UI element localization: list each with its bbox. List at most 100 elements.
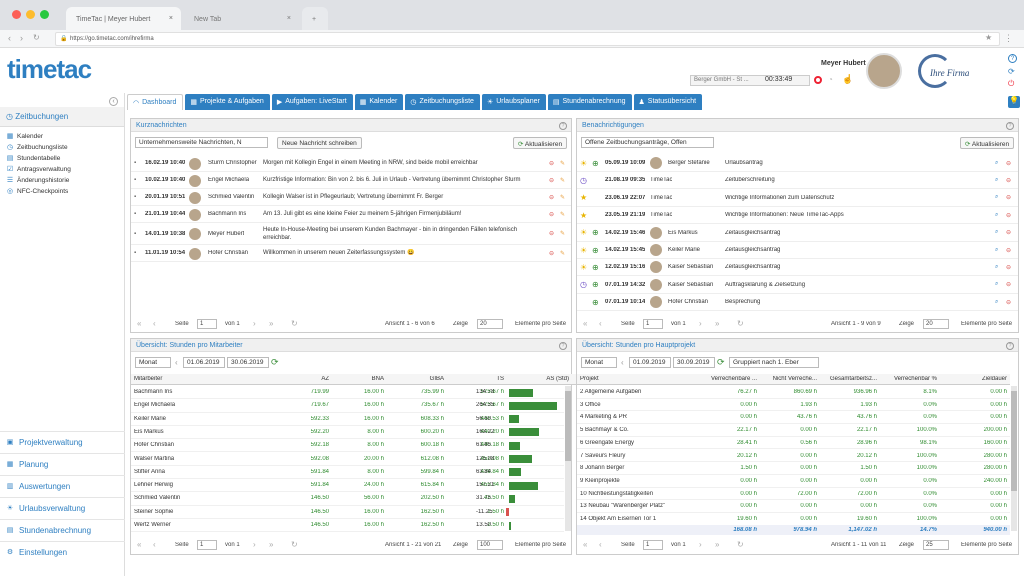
first-page-icon[interactable]: « <box>583 319 587 328</box>
sync-icon[interactable]: ⟳ <box>1008 67 1015 76</box>
remove-icon[interactable]: ⊖ <box>1006 247 1011 254</box>
page-input[interactable]: 1 <box>643 319 663 329</box>
accept-icon[interactable]: ⊕ <box>592 298 599 307</box>
tab-4[interactable]: ◷ Zeitbuchungsliste <box>405 94 480 110</box>
notification-row[interactable]: ☀ ⊕ 05.09.19 10:09 Berger Stefanie Urlaubsan… <box>577 155 1018 172</box>
first-page-icon[interactable]: « <box>583 540 587 549</box>
remove-icon[interactable]: ⊖ <box>1006 160 1011 167</box>
help-icon[interactable]: ? <box>1006 342 1014 350</box>
sidebar-footer-item-4[interactable]: ▤ Stundenabrechnung <box>0 519 125 541</box>
notif-filter-select[interactable]: Offene Zeitbuchungsanträge, Offen <box>581 137 714 148</box>
tab-2[interactable]: ▶ Aufgaben: LiveStart <box>271 94 353 110</box>
table-row[interactable]: Eis Markus 592.20 8.00 h 600.20 h 440.20 h 16… <box>131 426 564 440</box>
proj-col-header[interactable]: Verrechenbare ... <box>702 376 757 382</box>
tab-0[interactable]: ◠ Dashboard <box>127 94 184 110</box>
last-page-icon[interactable]: » <box>715 319 719 328</box>
first-page-icon[interactable]: « <box>137 319 141 328</box>
news-row[interactable]: ▪ 16.02.19 10:40 Sturm Christopher Morgen m… <box>131 155 571 172</box>
table-row[interactable]: Bachmann Iris 719.99 16.00 h 735.99 h 575.67… <box>131 386 564 400</box>
tab-5[interactable]: ☀ Urlaubsplaner <box>481 94 546 110</box>
notification-row[interactable]: ★ 23.06.19 22:07 TimeTac Wichtige Informati… <box>577 190 1018 207</box>
table-row[interactable]: Lehner Herwig 591.84 24.00 h 615.84 h 455.84… <box>131 479 564 493</box>
news-row[interactable]: ▪ 10.02.19 10:40 Engel Michaela Kurzfristig… <box>131 172 571 189</box>
refresh-icon[interactable]: ⟳ <box>271 357 279 368</box>
prev-page-icon[interactable]: ‹ <box>153 319 156 328</box>
emp-col-header[interactable]: BNA <box>336 376 384 382</box>
remove-icon[interactable]: ⊖ <box>1006 264 1011 271</box>
proj-group-select[interactable]: Gruppiert nach 1. Eber <box>729 357 819 368</box>
sidebar-footer-item-2[interactable]: ▥ Auswertungen <box>0 475 125 497</box>
proj-col-header[interactable]: Projekt <box>580 376 690 382</box>
help-icon[interactable]: ? <box>1008 54 1017 63</box>
table-row[interactable]: 3 Office 0.00 h 1.93 h 1.93 h 0.0% 0.00 h <box>577 399 1010 412</box>
tab-6[interactable]: ▤ Stundenabrechnung <box>547 94 632 110</box>
remove-icon[interactable]: ⊖ <box>549 230 554 237</box>
next-page-icon[interactable]: › <box>253 319 256 328</box>
news-row[interactable]: ▪ 11.01.19 10:54 Hofer Christian Willkommen… <box>131 245 571 262</box>
table-row[interactable]: Hofer Christian 592.18 8.00 h 600.18 h 440.1… <box>131 439 564 453</box>
next-page-icon[interactable]: › <box>699 319 702 328</box>
table-row[interactable]: Keiler Marie 592.33 16.00 h 608.33 h 448.53 … <box>131 413 564 426</box>
table-row[interactable]: 7 Saveurs Fleury 20.12 h 0.00 h 20.12 h 100.… <box>577 450 1010 463</box>
table-row[interactable]: Schmied Valentin 146.50 56.00 h 202.50 h 42.… <box>131 492 564 506</box>
notification-row[interactable]: ★ 23.05.19 21:19 TimeTac Wichtige Informati… <box>577 207 1018 225</box>
table-row[interactable]: 4 Marketing & PR 0.00 h 43.76 h 43.76 h 0.0%… <box>577 411 1010 425</box>
sidebar-footer-item-1[interactable]: ▦ Planung <box>0 453 125 475</box>
search-icon[interactable]: ⌕ <box>995 299 998 306</box>
browser-menu-icon[interactable]: ⋮ <box>1004 33 1013 44</box>
sidebar-item-2[interactable]: ▤ Stundentabelle <box>0 153 124 164</box>
reload-icon[interactable]: ↻ <box>737 319 744 328</box>
sidebar-item-0[interactable]: ▦ Kalender <box>0 131 124 142</box>
maximize-window-dot[interactable] <box>40 10 49 19</box>
proj-col-header[interactable]: Zieldauer <box>947 376 1007 382</box>
record-icon[interactable] <box>814 76 822 84</box>
table-row[interactable]: Steiner Sophie 146.50 16.00 h 162.50 h 2.50 … <box>131 506 564 519</box>
remove-icon[interactable]: ⊖ <box>549 211 554 218</box>
news-filter-select[interactable]: Unternehmensweite Nachrichten, N <box>135 137 268 148</box>
page-input[interactable]: 1 <box>197 319 217 329</box>
last-page-icon[interactable]: » <box>715 540 719 549</box>
table-row[interactable]: 6 Greengate Energy 28.41 h 0.56 h 28.96 h 98… <box>577 437 1010 450</box>
tab-1[interactable]: ▦ Projekte & Aufgaben <box>185 94 270 110</box>
emp-col-header[interactable]: GIBA <box>396 376 444 382</box>
remove-icon[interactable]: ⊖ <box>1006 281 1011 288</box>
emp-col-header[interactable]: Mitarbeiter <box>134 376 254 382</box>
collapse-sidebar-icon[interactable]: ‹ <box>109 97 118 106</box>
remove-icon[interactable]: ⊖ <box>549 194 554 201</box>
search-icon[interactable]: ⌕ <box>995 264 998 271</box>
accept-icon[interactable]: ⊕ <box>592 263 599 272</box>
sidebar-item-4[interactable]: ☰ Änderungshistorie <box>0 175 124 186</box>
new-tab-button[interactable]: + <box>302 7 328 30</box>
help-icon[interactable]: ? <box>559 342 567 350</box>
page-input[interactable]: 1 <box>643 540 663 550</box>
browser-tab-timetac[interactable]: TimeTac | Meyer Hubert × <box>66 7 181 30</box>
search-icon[interactable]: ⌕ <box>995 194 998 201</box>
sidebar-footer-item-3[interactable]: ☀ Urlaubsverwaltung <box>0 497 125 519</box>
prev-page-icon[interactable]: ‹ <box>599 319 602 328</box>
remove-icon[interactable]: ⊖ <box>1006 212 1011 219</box>
proj-period-select[interactable]: Monat <box>581 357 617 368</box>
sidebar-item-1[interactable]: ◷ Zeitbuchungsliste <box>0 142 124 153</box>
search-icon[interactable]: ⌕ <box>995 212 998 219</box>
proj-from-date[interactable]: 01.09.2019 <box>629 357 671 368</box>
edit-icon[interactable]: ✎ <box>560 177 565 184</box>
news-row[interactable]: ▪ 20.01.19 10:51 Schmied Valentin Kollegin … <box>131 189 571 206</box>
search-icon[interactable]: ⌕ <box>995 229 998 236</box>
page-size-select[interactable]: 100 <box>477 540 503 550</box>
page-size-select[interactable]: 20 <box>923 319 949 329</box>
emp-period-select[interactable]: Monat <box>135 357 171 368</box>
page-size-select[interactable]: 25 <box>923 540 949 550</box>
timetac-logo[interactable]: timetac <box>7 54 92 85</box>
remove-icon[interactable]: ⊖ <box>1006 299 1011 306</box>
table-row[interactable]: Engel Michaela 719.67 16.00 h 735.67 h 575.6… <box>131 399 564 413</box>
table-row[interactable]: 9 Kleinprojekte 0.00 h 0.00 h 0.00 h 0.0% 240… <box>577 475 1010 488</box>
edit-icon[interactable]: ✎ <box>560 211 565 218</box>
table-row[interactable]: 2 Allgemeine Aufgaben 76.27 h 860.69 h 936.… <box>577 386 1010 399</box>
search-icon[interactable]: ⌕ <box>995 281 998 288</box>
close-tab-icon[interactable]: × <box>287 15 291 22</box>
news-refresh-button[interactable]: ⟳ Aktualisieren <box>513 137 568 149</box>
edit-icon[interactable]: ✎ <box>560 230 565 237</box>
notification-row[interactable]: ⊕ 07.01.19 10:14 Hofer Christian Besprechun… <box>577 294 1018 312</box>
forward-icon[interactable]: › <box>20 33 23 43</box>
edit-icon[interactable]: ✎ <box>560 250 565 257</box>
